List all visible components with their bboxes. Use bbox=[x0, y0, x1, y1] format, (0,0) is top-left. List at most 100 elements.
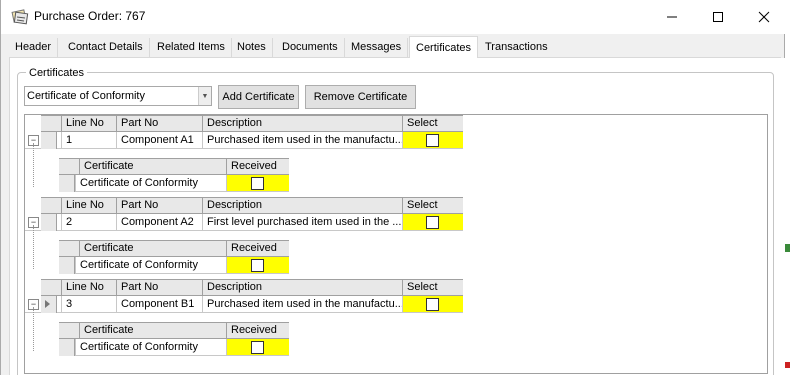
cell-part-no: Component A1 bbox=[116, 132, 202, 148]
certificate-row[interactable]: Certificate of Conformity bbox=[59, 175, 289, 192]
row-selector[interactable] bbox=[59, 339, 75, 356]
row-selector[interactable] bbox=[59, 175, 75, 192]
table-row[interactable]: − 3 Component B1 Purchased item used in … bbox=[25, 296, 463, 313]
purchase-order-window: Purchase Order: 767 Header Contact Detai… bbox=[0, 0, 785, 375]
row-selector[interactable] bbox=[41, 214, 57, 231]
line-block: Line No Part No Description Select − 1 C… bbox=[25, 115, 767, 198]
col-received[interactable]: Received bbox=[226, 323, 289, 339]
close-button[interactable] bbox=[741, 0, 787, 33]
cell-line-no: 3 bbox=[61, 296, 116, 312]
cell-part-no: Component A2 bbox=[116, 214, 202, 230]
col-certificate[interactable]: Certificate bbox=[79, 241, 226, 257]
col-description[interactable]: Description bbox=[202, 198, 402, 214]
maximize-icon bbox=[713, 11, 723, 22]
tree-connector bbox=[33, 143, 34, 187]
row-selector[interactable] bbox=[41, 296, 57, 313]
cell-select bbox=[402, 132, 463, 148]
minimize-icon bbox=[667, 16, 677, 17]
col-description[interactable]: Description bbox=[202, 280, 402, 296]
certificate-row[interactable]: Certificate of Conformity bbox=[59, 257, 289, 274]
table-row[interactable]: − 2 Component A2 First level purchased i… bbox=[25, 214, 463, 231]
cell-select bbox=[402, 296, 463, 312]
certificate-type-combo[interactable]: Certificate of Conformity ▼ bbox=[24, 86, 212, 106]
certificates-group-title: Certificates bbox=[26, 67, 88, 79]
tree-connector bbox=[33, 307, 34, 351]
col-line-no[interactable]: Line No bbox=[61, 116, 116, 132]
certificate-header-row: Certificate Received bbox=[59, 240, 289, 257]
certificate-header-row: Certificate Received bbox=[59, 158, 289, 175]
cell-line-no: 2 bbox=[61, 214, 116, 230]
tab-header[interactable]: Header bbox=[9, 38, 59, 58]
minimize-button[interactable] bbox=[649, 0, 695, 33]
certificates-grid: Line No Part No Description Select − 1 C… bbox=[24, 114, 768, 374]
cell-description: First level purchased item used in the .… bbox=[202, 214, 402, 230]
col-select[interactable]: Select bbox=[402, 198, 463, 214]
header-spacer bbox=[59, 323, 79, 339]
row-selector[interactable] bbox=[41, 132, 57, 149]
remove-certificate-button[interactable]: Remove Certificate bbox=[305, 85, 416, 109]
col-part-no[interactable]: Part No bbox=[116, 198, 202, 214]
received-checkbox[interactable] bbox=[251, 259, 264, 272]
line-header-row: Line No Part No Description Select bbox=[41, 279, 463, 296]
header-spacer bbox=[41, 116, 61, 132]
col-part-no[interactable]: Part No bbox=[116, 116, 202, 132]
tab-contact-details[interactable]: Contact Details bbox=[62, 38, 150, 58]
select-checkbox[interactable] bbox=[426, 134, 439, 147]
current-row-arrow-icon bbox=[45, 300, 50, 308]
title-bar: Purchase Order: 767 bbox=[1, 0, 785, 34]
cell-description: Purchased item used in the manufactu... bbox=[202, 296, 402, 312]
maximize-button[interactable] bbox=[695, 0, 741, 33]
cell-certificate: Certificate of Conformity bbox=[75, 339, 226, 355]
table-row[interactable]: − 1 Component A1 Purchased item used in … bbox=[25, 132, 463, 149]
add-certificate-button[interactable]: Add Certificate bbox=[218, 85, 299, 109]
cell-received bbox=[226, 175, 289, 191]
tab-certificates[interactable]: Certificates bbox=[409, 36, 479, 59]
certificate-header-row: Certificate Received bbox=[59, 322, 289, 339]
cell-certificate: Certificate of Conformity bbox=[75, 257, 226, 273]
line-block: Line No Part No Description Select − 3 C… bbox=[25, 279, 767, 362]
cell-description: Purchased item used in the manufactu... bbox=[202, 132, 402, 148]
col-line-no[interactable]: Line No bbox=[61, 198, 116, 214]
line-block: Line No Part No Description Select − 2 C… bbox=[25, 197, 767, 280]
background-edge-mark bbox=[785, 244, 790, 252]
select-checkbox[interactable] bbox=[426, 298, 439, 311]
header-spacer bbox=[59, 159, 79, 175]
received-checkbox[interactable] bbox=[251, 341, 264, 354]
chevron-down-icon[interactable]: ▼ bbox=[198, 87, 211, 105]
app-icon bbox=[11, 9, 29, 25]
header-spacer bbox=[59, 241, 79, 257]
background-edge-mark bbox=[785, 362, 790, 368]
tab-transactions[interactable]: Transactions bbox=[479, 38, 554, 58]
col-part-no[interactable]: Part No bbox=[116, 280, 202, 296]
tree-connector bbox=[33, 225, 34, 269]
cell-received bbox=[226, 339, 289, 355]
col-description[interactable]: Description bbox=[202, 116, 402, 132]
cell-certificate: Certificate of Conformity bbox=[75, 175, 226, 191]
col-select[interactable]: Select bbox=[402, 116, 463, 132]
col-certificate[interactable]: Certificate bbox=[79, 323, 226, 339]
header-spacer bbox=[41, 280, 61, 296]
line-header-row: Line No Part No Description Select bbox=[41, 197, 463, 214]
col-received[interactable]: Received bbox=[226, 159, 289, 175]
header-spacer bbox=[41, 198, 61, 214]
window-title: Purchase Order: 767 bbox=[34, 9, 146, 23]
tab-strip: Header Contact Details Related Items Not… bbox=[9, 36, 781, 59]
received-checkbox[interactable] bbox=[251, 177, 264, 190]
cell-line-no: 1 bbox=[61, 132, 116, 148]
line-header-row: Line No Part No Description Select bbox=[41, 115, 463, 132]
certificate-type-value: Certificate of Conformity bbox=[27, 90, 145, 102]
col-certificate[interactable]: Certificate bbox=[79, 159, 226, 175]
certificate-row[interactable]: Certificate of Conformity bbox=[59, 339, 289, 356]
cell-part-no: Component B1 bbox=[116, 296, 202, 312]
tab-related-items[interactable]: Related Items bbox=[151, 38, 232, 58]
cell-select bbox=[402, 214, 463, 230]
tab-messages[interactable]: Messages bbox=[345, 38, 409, 58]
tab-notes[interactable]: Notes bbox=[231, 38, 273, 58]
col-select[interactable]: Select bbox=[402, 280, 463, 296]
tab-documents[interactable]: Documents bbox=[276, 38, 345, 58]
col-received[interactable]: Received bbox=[226, 241, 289, 257]
row-selector[interactable] bbox=[59, 257, 75, 274]
col-line-no[interactable]: Line No bbox=[61, 280, 116, 296]
close-icon bbox=[758, 11, 770, 22]
select-checkbox[interactable] bbox=[426, 216, 439, 229]
